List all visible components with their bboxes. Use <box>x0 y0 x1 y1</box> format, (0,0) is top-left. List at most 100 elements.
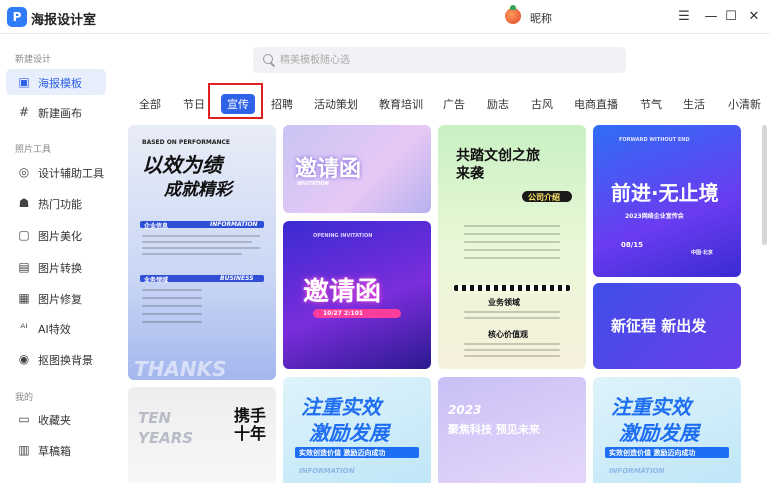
sidebar-item-label: 图片修复 <box>38 293 82 306</box>
search-input[interactable] <box>280 47 620 73</box>
photo-icon: ▢ <box>18 228 30 242</box>
maximize-icon[interactable]: ☐ <box>722 8 740 26</box>
tab-ecommerce-live[interactable]: 电商直播 <box>574 96 618 112</box>
card-date: 10/27 2:101 <box>323 310 364 317</box>
card-line <box>464 233 560 235</box>
sidebar-item-label: 图片转换 <box>38 262 82 275</box>
template-card[interactable]: 2023 聚焦科技 预见未来 <box>438 377 586 483</box>
tab-highlight-box <box>208 83 263 119</box>
user-avatar[interactable] <box>505 5 521 24</box>
card-line <box>142 305 202 307</box>
minimize-icon[interactable]: — <box>702 8 720 26</box>
card-title: 邀请函 <box>303 277 382 307</box>
card-subtitle: 实效创造价值 激励迈向成功 <box>299 449 386 457</box>
card-title: 邀请函 <box>295 157 362 182</box>
sidebar-item-ai-effects[interactable]: ᴬᴵ AI特效 <box>6 315 106 341</box>
convert-icon: ▤ <box>18 260 30 274</box>
card-subtitle: 企业信息 <box>144 223 169 230</box>
search-bar[interactable] <box>253 47 626 73</box>
sidebar-item-poster-templates[interactable]: ▣ 海报模板 <box>6 69 106 95</box>
card-subtitle: 2023网络企业宣传会 <box>625 213 684 220</box>
tab-education[interactable]: 教育培训 <box>379 96 423 112</box>
card-caption: BASED ON PERFORMANCE <box>142 139 230 146</box>
sidebar-item-label: AI特效 <box>38 323 71 336</box>
card-line <box>142 247 260 249</box>
sidebar-item-drafts[interactable]: ▥ 草稿箱 <box>6 437 106 463</box>
sidebar-item-new-canvas[interactable]: # 新建画布 <box>6 99 106 125</box>
sidebar-item-favorites[interactable]: ▭ 收藏夹 <box>6 406 106 432</box>
draft-icon: ▥ <box>18 443 30 457</box>
close-icon[interactable]: ✕ <box>745 8 763 26</box>
card-line <box>464 241 560 243</box>
card-subtitle: 业务领域 <box>144 277 169 284</box>
card-line <box>464 249 560 251</box>
card-line <box>464 257 560 259</box>
ai-icon: ᴬᴵ <box>20 321 28 335</box>
template-card[interactable]: 共踏文创之旅 来袭 公司介绍 业务领域 核心价值观 <box>438 125 586 369</box>
title-bar: P 海报设计室 昵称 ☰ — ☐ ✕ <box>0 0 770 34</box>
tab-recruitment[interactable]: 招聘 <box>271 96 293 112</box>
card-year: 2023 <box>448 403 482 417</box>
template-card[interactable]: FORWARD WITHOUT END 前进·无止境 2023网络企业宣传会 0… <box>593 125 741 277</box>
card-place: 中国·北京 <box>691 250 713 256</box>
card-subtitle: INVITATION <box>297 181 329 187</box>
card-title: 以效为绩 <box>142 153 222 177</box>
template-card[interactable]: 注重实效 激励发展 实效创造价值 激励迈向成功 INFORMATION <box>283 377 431 483</box>
card-subtitle: 实效创造价值 激励迈向成功 <box>609 449 696 457</box>
sidebar-item-cutout[interactable]: ◉ 抠图换背景 <box>6 346 106 372</box>
template-card[interactable]: OPENING INVITATION 邀请函 10/27 2:101 <box>283 221 431 369</box>
card-badge: 公司介绍 <box>528 193 560 202</box>
card-line <box>464 317 560 319</box>
sidebar-item-photo-beautify[interactable]: ▢ 图片美化 <box>6 222 106 248</box>
app-logo-icon: P <box>7 7 27 27</box>
repair-icon: ▦ <box>18 291 30 305</box>
card-title: 聚焦科技 预见未来 <box>448 423 540 436</box>
compass-icon: ◎ <box>18 165 30 179</box>
user-name[interactable]: 昵称 <box>530 10 552 26</box>
fire-icon: ☗ <box>18 196 30 210</box>
card-footer: INFORMATION <box>609 467 665 475</box>
menu-icon[interactable]: ☰ <box>675 8 693 26</box>
template-card[interactable]: TEN YEARS 携手十年 <box>128 387 276 483</box>
card-title: 激励发展 <box>619 421 699 445</box>
tab-all[interactable]: 全部 <box>139 96 161 112</box>
card-line <box>142 289 202 291</box>
card-title: 成就精彩 <box>164 180 232 200</box>
template-card[interactable]: 注重实效 激励发展 实效创造价值 激励迈向成功 INFORMATION <box>593 377 741 483</box>
card-section: 核心价值观 <box>488 330 528 339</box>
tab-fresh[interactable]: 小清新 <box>728 96 761 112</box>
tab-event-planning[interactable]: 活动策划 <box>314 96 358 112</box>
sidebar-item-label: 草稿箱 <box>38 445 71 458</box>
card-title: 注重实效 <box>301 395 381 419</box>
card-section: 业务领域 <box>488 298 520 307</box>
sidebar-item-photo-convert[interactable]: ▤ 图片转换 <box>6 254 106 280</box>
template-card[interactable]: 新征程 新出发 <box>593 283 741 369</box>
card-line <box>464 225 560 227</box>
tab-ancient-style[interactable]: 古风 <box>531 96 553 112</box>
tab-advertising[interactable]: 广告 <box>443 96 465 112</box>
grid-scrollbar[interactable] <box>762 125 767 245</box>
image-icon: ▣ <box>18 75 30 89</box>
tab-life[interactable]: 生活 <box>683 96 705 112</box>
tab-motivation[interactable]: 励志 <box>487 96 509 112</box>
sidebar: 新建设计 ▣ 海报模板 # 新建画布 照片工具 ◎ 设计辅助工具 ☗ 热门功能 … <box>0 34 118 483</box>
card-bar <box>454 285 570 291</box>
card-title: TEN <box>138 409 172 427</box>
sidebar-item-photo-repair[interactable]: ▦ 图片修复 <box>6 285 106 311</box>
card-title: 来袭 <box>456 166 484 182</box>
tab-festival[interactable]: 节日 <box>183 96 205 112</box>
sidebar-item-label: 图片美化 <box>38 230 82 243</box>
hash-icon: # <box>18 105 30 119</box>
sidebar-item-label: 设计辅助工具 <box>38 167 104 180</box>
search-icon <box>262 53 276 67</box>
card-line <box>464 343 560 345</box>
tab-solar-term[interactable]: 节气 <box>640 96 662 112</box>
card-line <box>464 311 560 313</box>
template-grid: BASED ON PERFORMANCE 以效为绩 成就精彩 企业信息 INFO… <box>128 125 770 483</box>
template-card[interactable]: BASED ON PERFORMANCE 以效为绩 成就精彩 企业信息 INFO… <box>128 125 276 380</box>
folder-icon: ▭ <box>18 412 30 426</box>
template-card[interactable]: 邀请函 INVITATION <box>283 125 431 213</box>
sidebar-item-hot-features[interactable]: ☗ 热门功能 <box>6 190 106 216</box>
cutout-icon: ◉ <box>18 352 30 366</box>
sidebar-item-design-tools[interactable]: ◎ 设计辅助工具 <box>6 159 106 185</box>
